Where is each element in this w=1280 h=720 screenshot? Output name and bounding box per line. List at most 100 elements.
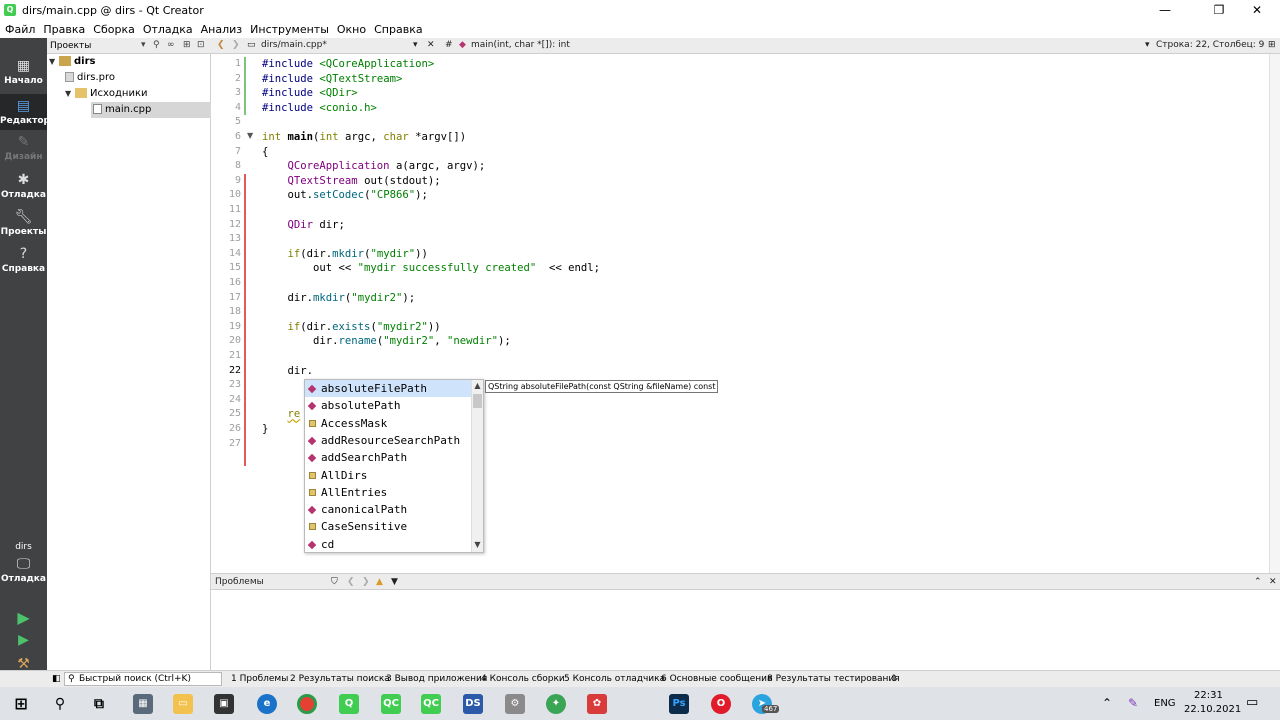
tab-test-results[interactable]: 8 Результаты тестирования [767,674,900,684]
android-icon[interactable]: ✦ [546,694,566,714]
scroll-up-icon[interactable]: ▲ [472,381,483,390]
close-document-icon[interactable]: ✕ [427,40,435,50]
photoshop-icon[interactable]: Ps [669,694,689,714]
search-icon[interactable]: ⚲ [50,694,70,714]
minimize-button[interactable]: — [1142,0,1188,20]
completion-popup[interactable]: absoluteFilePath absolutePath AccessMask… [304,379,484,553]
completion-item[interactable]: absolutePath [305,397,472,414]
line-number: 4 [234,101,241,113]
filter-icon[interactable]: ⚲ [153,40,160,50]
close-pane-icon[interactable]: ⊡ [197,40,205,50]
notification-icon[interactable]: ▭ [1246,695,1258,710]
expand-arrow-icon[interactable]: ▼ [49,54,59,70]
tab-search-results[interactable]: 2 Результаты поиска [290,674,390,684]
tab-debugger-console[interactable]: 5 Консоль отладчика [564,674,665,684]
clock-date[interactable]: 22.10.2021 [1184,704,1241,715]
calculator-icon[interactable]: ▦ [133,694,153,714]
chevron-down-icon[interactable]: ▾ [413,40,418,50]
tab-compile-output[interactable]: 4 Консоль сборки [481,674,565,684]
tree-item-main-cpp[interactable]: main.cpp [91,102,211,118]
menu-analyze[interactable]: Анализ [197,23,247,36]
line-number-gutter[interactable]: 1 2 3 4 5 6 7 8 9 10 11 12 13 14 15 16 1… [211,54,259,573]
network-tool-icon[interactable]: ⚙ [505,694,525,714]
symbols-combo[interactable]: main(int, char *[]): int [471,40,570,50]
opera-icon[interactable]: O [711,694,731,714]
store-icon[interactable]: ▣ [214,694,234,714]
maximize-pane-icon[interactable]: ⌃ [1254,577,1262,587]
mode-welcome[interactable]: ▦ Начало [0,58,47,92]
completion-item[interactable]: addSearchPath [305,449,472,466]
debug-run-button[interactable]: ▶︎ [0,632,47,648]
windows-start-icon[interactable]: ⊞ [11,694,31,714]
locator-input[interactable]: ⚲ Быстрый поиск (Ctrl+K) [64,672,222,686]
split-icon[interactable]: ⊞ [183,40,191,50]
qt-linguist-icon[interactable]: QC [421,694,441,714]
warning-icon[interactable]: ▲ [376,577,383,587]
menu-help[interactable]: Справка [370,23,426,36]
completion-item[interactable]: addResourceSearchPath [305,432,472,449]
menu-debug[interactable]: Отладка [139,23,197,36]
file-explorer-icon[interactable]: ▭ [173,694,193,714]
toggle-sidebar-icon[interactable]: ◧ [52,674,61,684]
task-view-icon[interactable]: ⧉ [89,694,109,714]
scroll-down-icon[interactable]: ▼ [472,540,483,549]
open-documents-combo[interactable]: dirs/main.cpp* [261,40,327,50]
completion-item[interactable]: canonicalPath [305,501,472,518]
menu-build[interactable]: Сборка [89,23,139,36]
menu-window[interactable]: Окно [333,23,370,36]
menu-tools[interactable]: Инструменты [246,23,333,36]
forward-arrow-icon[interactable]: ❯ [232,40,240,50]
link-icon[interactable]: ∞ [167,40,175,50]
language-indicator[interactable]: ENG [1154,698,1176,709]
prev-arrow-icon[interactable]: ❮ [347,577,355,587]
edge-icon[interactable]: e [257,694,277,714]
chrome-icon[interactable] [297,694,317,714]
pen-icon[interactable]: ✎ [1128,696,1138,710]
run-button[interactable]: ▶ [0,608,47,627]
menu-file[interactable]: Файл [1,23,39,36]
fold-arrow-icon[interactable]: ▼ [247,131,253,140]
expand-arrow-icon[interactable]: ▼ [65,86,75,102]
qt-designer-icon[interactable]: QC [381,694,401,714]
split-editor-icon[interactable]: ⊞ [1268,40,1276,50]
game-icon[interactable]: ✿ [587,694,607,714]
back-arrow-icon[interactable]: ❮ [217,40,225,50]
projects-view-selector[interactable]: Проекты [50,41,91,51]
next-arrow-icon[interactable]: ❯ [362,577,370,587]
tab-application-output[interactable]: 3 Вывод приложения [386,674,487,684]
completion-item[interactable]: AccessMask [305,415,472,432]
completion-item[interactable]: CaseSensitive [305,518,472,535]
completion-item[interactable]: AllEntries [305,484,472,501]
ds-icon[interactable]: DS [463,694,483,714]
clock-time[interactable]: 22:31 [1194,690,1223,701]
completion-item[interactable]: AllDirs [305,467,472,484]
mode-projects[interactable]: 🔧︎ Проекты [0,209,47,243]
tree-item-sources[interactable]: ▼ Исходники [65,86,209,102]
completion-item[interactable]: cd [305,536,472,553]
kit-selector[interactable]: 🖵︎ Отладка [0,556,47,592]
mode-edit[interactable]: ▤ Редактор [0,94,50,130]
filter-icon[interactable]: ⛉ [331,577,338,587]
cursor-position[interactable]: Строка: 22, Столбец: 9 [1156,40,1264,50]
close-button[interactable]: ✕ [1234,0,1280,20]
chevron-down-icon[interactable]: ▾ [1145,40,1150,50]
qt-creator-icon[interactable]: Q [339,694,359,714]
completion-scrollbar[interactable]: ▲ ▼ [471,380,483,552]
mode-help[interactable]: ? Справка [0,246,47,280]
funnel-icon[interactable]: ▼ [391,577,398,587]
status-bar: ◧ ⚲ Быстрый поиск (Ctrl+K) 1 Проблемы 2 … [0,670,1280,687]
close-pane-icon[interactable]: ✕ [1269,577,1277,587]
chevron-down-icon[interactable]: ▾ [141,40,146,50]
mode-debug[interactable]: ✱ Отладка [0,172,47,206]
tree-item-dirs-pro[interactable]: dirs.pro [65,70,209,86]
menu-edit[interactable]: Правка [39,23,89,36]
tree-item-dirs[interactable]: ▼ dirs [49,54,209,70]
tray-chevron-icon[interactable]: ⌃ [1102,696,1112,710]
editor-scrollbar[interactable] [1269,54,1280,573]
tab-problems[interactable]: 1 Проблемы [231,674,288,684]
tab-general-messages[interactable]: 6 Основные сообщения [661,674,772,684]
scroll-thumb[interactable] [473,394,482,408]
completion-item[interactable]: absoluteFilePath [305,380,472,398]
pro-file-icon [65,72,74,82]
more-tabs-icon[interactable]: ⇕ [890,674,898,684]
